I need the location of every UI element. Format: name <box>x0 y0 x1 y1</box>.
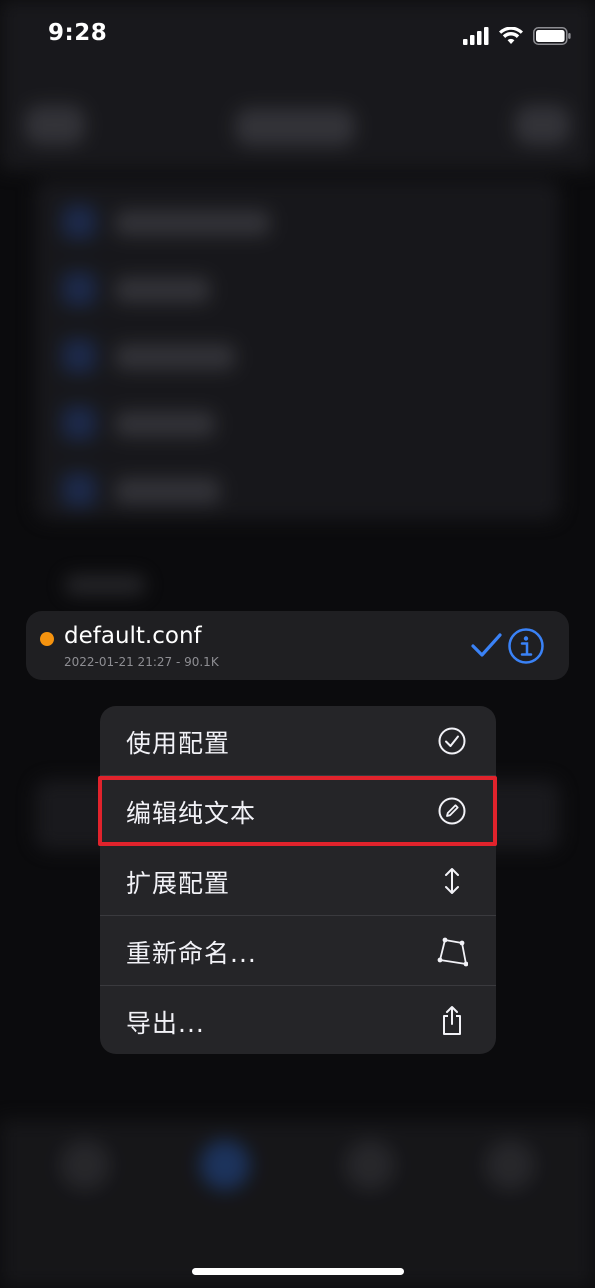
menu-item-label: 使用配置 <box>126 729 231 758</box>
home-indicator[interactable] <box>192 1268 404 1275</box>
background-section-header <box>65 575 145 595</box>
file-meta: 2022-01-21 21:27 - 90.1K <box>64 655 219 669</box>
background-tab-icon <box>200 1140 250 1190</box>
background-row-text <box>115 344 235 370</box>
checkmark-icon[interactable] <box>469 627 503 661</box>
background-nav-button <box>515 105 570 145</box>
menu-item-label: 扩展配置 <box>126 869 231 898</box>
menu-item-label: 导出... <box>126 1009 205 1038</box>
menu-item-rename[interactable]: 重新命名... <box>100 916 496 985</box>
file-name: default.conf <box>64 623 202 649</box>
background-row-text <box>115 210 270 236</box>
status-dot-icon <box>40 632 54 646</box>
background-tab-icon <box>345 1140 395 1190</box>
background-tab-icon <box>485 1140 535 1190</box>
background-row-text <box>115 411 215 437</box>
background-nav-title <box>235 108 355 146</box>
background-row-text <box>115 478 220 504</box>
battery-icon <box>533 27 571 45</box>
status-bar-time: 9:28 <box>48 20 108 46</box>
config-preview-card[interactable]: default.conf 2022-01-21 21:27 - 90.1K <box>26 611 569 680</box>
background-list <box>35 180 560 520</box>
highlight-box <box>98 776 497 846</box>
share-icon <box>443 1006 461 1035</box>
background-row-icon <box>62 339 96 373</box>
menu-item-extend-config[interactable]: 扩展配置 <box>100 846 496 915</box>
background-row-icon <box>62 205 96 239</box>
background-row-icon <box>62 406 96 440</box>
menu-item-export[interactable]: 导出... <box>100 986 496 1054</box>
background-row-icon <box>62 473 96 507</box>
background-row-text <box>115 277 210 303</box>
menu-item-label: 重新命名... <box>126 939 257 968</box>
cellular-signal-icon <box>463 27 489 45</box>
context-menu: 使用配置 编辑纯文本 扩展配置 重新命名... 导出... <box>100 706 496 1054</box>
checkmark-circle-icon <box>438 727 466 755</box>
expand-arrows-icon <box>445 868 459 894</box>
background-row-icon <box>62 272 96 306</box>
background-nav-button <box>25 105 85 145</box>
menu-item-use-config[interactable]: 使用配置 <box>100 706 496 775</box>
rename-polygon-icon <box>437 937 468 967</box>
status-bar-icons <box>463 24 571 48</box>
info-icon[interactable] <box>507 627 545 665</box>
wifi-icon <box>499 27 523 44</box>
background-tab-icon <box>60 1140 110 1190</box>
